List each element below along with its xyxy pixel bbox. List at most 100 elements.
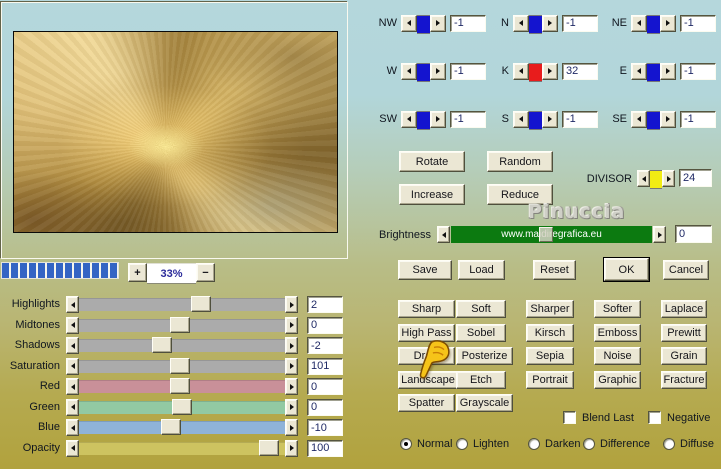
slider-track[interactable] bbox=[79, 439, 285, 456]
kernel-decrement-button[interactable] bbox=[513, 110, 529, 128]
filter-preset-button[interactable]: Fracture bbox=[661, 370, 707, 389]
kernel-increment-button[interactable] bbox=[660, 110, 676, 128]
slider-value-field[interactable]: 2 bbox=[307, 296, 343, 313]
slider-decrement-button[interactable] bbox=[66, 316, 79, 334]
filter-preset-button[interactable]: High Pass bbox=[398, 323, 455, 342]
brightness-slider-thumb[interactable] bbox=[539, 227, 553, 242]
slider-value-field[interactable]: 101 bbox=[307, 357, 343, 375]
filter-preset-button[interactable]: Sharp bbox=[398, 300, 455, 318]
slider-thumb[interactable] bbox=[259, 439, 279, 456]
filter-preset-button[interactable]: Grayscale bbox=[456, 394, 513, 412]
slider-value-field[interactable]: 0 bbox=[307, 378, 343, 395]
slider-decrement-button[interactable] bbox=[66, 357, 79, 375]
divisor-value-field[interactable]: 24 bbox=[679, 169, 712, 187]
slider-increment-button[interactable] bbox=[285, 398, 298, 416]
kernel-value-field[interactable]: -1 bbox=[680, 110, 716, 128]
slider-increment-button[interactable] bbox=[285, 296, 298, 313]
slider-track[interactable] bbox=[79, 357, 285, 374]
filter-preset-button[interactable]: Graphic bbox=[594, 370, 641, 389]
slider-value-field[interactable]: 0 bbox=[307, 398, 343, 416]
kernel-increment-button[interactable] bbox=[430, 14, 446, 32]
blend-mode-radio[interactable]: Lighten bbox=[456, 438, 509, 450]
slider-increment-button[interactable] bbox=[285, 337, 298, 354]
kernel-value-field[interactable]: 32 bbox=[562, 62, 598, 80]
divisor-increment-button[interactable] bbox=[662, 170, 675, 187]
slider-track[interactable] bbox=[79, 296, 285, 312]
brightness-increment-button[interactable] bbox=[653, 226, 666, 243]
checkbox-icon[interactable] bbox=[648, 411, 661, 424]
rotate-button[interactable]: Rotate bbox=[399, 151, 465, 172]
dialog-button[interactable]: Save bbox=[398, 260, 452, 280]
kernel-value-field[interactable]: -1 bbox=[450, 110, 486, 128]
filter-preset-button[interactable]: Soft bbox=[456, 300, 506, 318]
kernel-decrement-button[interactable] bbox=[631, 14, 647, 32]
filter-preset-button[interactable]: Spatter bbox=[398, 394, 455, 412]
kernel-value-field[interactable]: -1 bbox=[450, 14, 486, 32]
filter-preset-button[interactable]: Sobel bbox=[456, 323, 506, 342]
checkbox-item[interactable]: Negative bbox=[648, 411, 710, 424]
filter-preset-button[interactable]: Etch bbox=[456, 370, 506, 389]
blend-mode-radio[interactable]: Difference bbox=[583, 438, 650, 450]
radio-icon[interactable] bbox=[456, 438, 468, 450]
radio-icon[interactable] bbox=[583, 438, 595, 450]
divisor-decrement-button[interactable] bbox=[637, 170, 650, 187]
filter-preset-button[interactable]: Landscape bbox=[398, 370, 458, 389]
slider-thumb[interactable] bbox=[172, 398, 192, 415]
dialog-button[interactable]: Load bbox=[458, 260, 505, 280]
checkbox-item[interactable]: Blend Last bbox=[563, 411, 634, 424]
filter-preset-button[interactable]: Laplace bbox=[661, 300, 707, 318]
slider-track[interactable] bbox=[79, 419, 285, 435]
filter-preset-button[interactable]: Draw bbox=[398, 347, 455, 365]
slider-thumb[interactable] bbox=[152, 337, 172, 353]
brightness-decrement-button[interactable] bbox=[437, 226, 450, 243]
slider-value-field[interactable]: -10 bbox=[307, 419, 343, 436]
brightness-value-field[interactable]: 0 bbox=[675, 225, 712, 243]
kernel-increment-button[interactable] bbox=[660, 62, 676, 80]
slider-thumb[interactable] bbox=[170, 357, 190, 374]
dialog-button[interactable]: Reset bbox=[533, 260, 576, 280]
kernel-increment-button[interactable] bbox=[542, 14, 558, 32]
slider-increment-button[interactable] bbox=[285, 419, 298, 436]
filter-preset-button[interactable]: Noise bbox=[594, 347, 641, 365]
slider-value-field[interactable]: 100 bbox=[307, 439, 343, 457]
kernel-increment-button[interactable] bbox=[430, 62, 446, 80]
kernel-value-field[interactable]: -1 bbox=[450, 62, 486, 80]
radio-icon[interactable] bbox=[528, 438, 540, 450]
slider-track[interactable] bbox=[79, 398, 285, 415]
filter-preset-button[interactable]: Kirsch bbox=[526, 323, 574, 342]
increase-button[interactable]: Increase bbox=[399, 184, 465, 205]
blend-mode-radio[interactable]: Normal bbox=[400, 438, 452, 450]
checkbox-icon[interactable] bbox=[563, 411, 576, 424]
kernel-decrement-button[interactable] bbox=[401, 110, 417, 128]
slider-thumb[interactable] bbox=[170, 378, 190, 394]
kernel-value-field[interactable]: -1 bbox=[562, 14, 598, 32]
blend-mode-radio[interactable]: Darken bbox=[528, 438, 580, 450]
kernel-value-field[interactable]: -1 bbox=[680, 62, 716, 80]
radio-icon[interactable] bbox=[400, 438, 412, 450]
kernel-increment-button[interactable] bbox=[542, 62, 558, 80]
slider-decrement-button[interactable] bbox=[66, 337, 79, 354]
slider-value-field[interactable]: 0 bbox=[307, 316, 343, 334]
kernel-decrement-button[interactable] bbox=[631, 110, 647, 128]
kernel-value-field[interactable]: -1 bbox=[680, 14, 716, 32]
slider-thumb[interactable] bbox=[191, 296, 211, 312]
radio-icon[interactable] bbox=[663, 438, 675, 450]
kernel-value-field[interactable]: -1 bbox=[562, 110, 598, 128]
kernel-decrement-button[interactable] bbox=[401, 62, 417, 80]
filter-preset-button[interactable]: Posterize bbox=[456, 347, 513, 365]
kernel-increment-button[interactable] bbox=[430, 110, 446, 128]
zoom-out-button[interactable]: − bbox=[196, 263, 215, 282]
filter-preset-button[interactable]: Sharper bbox=[526, 300, 574, 318]
slider-track[interactable] bbox=[79, 316, 285, 333]
filter-preset-button[interactable]: Portrait bbox=[526, 370, 574, 389]
slider-decrement-button[interactable] bbox=[66, 398, 79, 416]
slider-increment-button[interactable] bbox=[285, 316, 298, 334]
slider-thumb[interactable] bbox=[170, 316, 190, 333]
kernel-increment-button[interactable] bbox=[660, 14, 676, 32]
filter-preset-button[interactable]: Prewitt bbox=[661, 323, 707, 342]
zoom-in-button[interactable]: + bbox=[128, 263, 147, 282]
slider-thumb[interactable] bbox=[161, 419, 181, 435]
kernel-decrement-button[interactable] bbox=[631, 62, 647, 80]
slider-decrement-button[interactable] bbox=[66, 378, 79, 395]
slider-decrement-button[interactable] bbox=[66, 439, 79, 457]
